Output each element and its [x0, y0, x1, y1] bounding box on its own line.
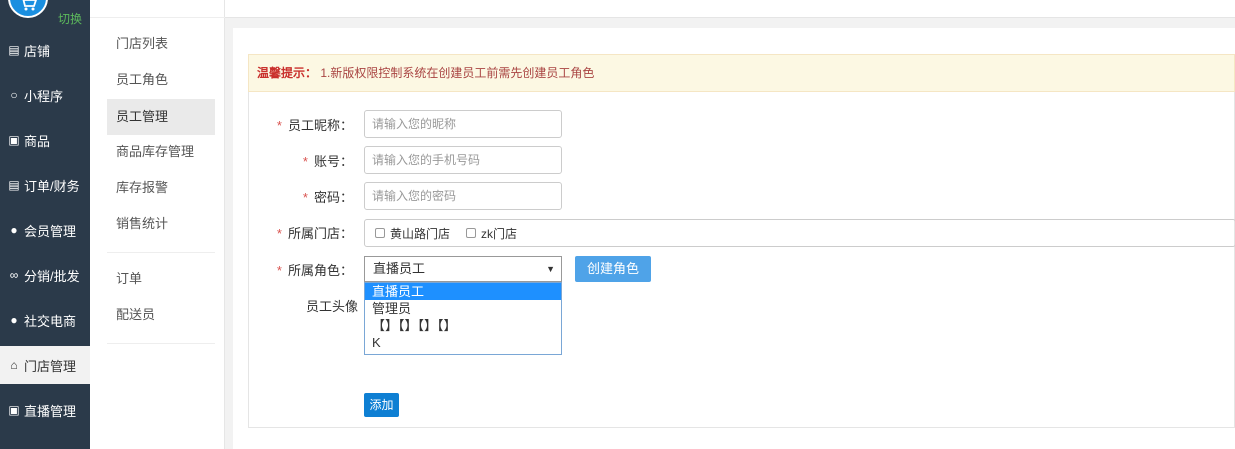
subnav-item-stock-alert[interactable]: 库存报警 [107, 170, 215, 206]
nav-item-social[interactable]: ● 社交电商 [0, 301, 90, 339]
role-label: * 所属角色： [276, 263, 353, 278]
users-icon: ● [10, 223, 18, 237]
nav-item-miniprogram[interactable]: ○ 小程序 [0, 76, 90, 114]
subnav-divider [107, 343, 215, 344]
cart-icon [22, 0, 37, 11]
nav-item-distribution[interactable]: ∞ 分销/批发 [0, 256, 90, 294]
role-option[interactable]: 【】【】【】【】 [365, 317, 561, 334]
shop-logo[interactable] [8, 0, 48, 18]
role-option[interactable]: K [365, 334, 561, 351]
role-option[interactable]: 管理员 [365, 300, 561, 317]
add-button[interactable]: 添加 [364, 393, 399, 417]
nav-item-label: 商品 [24, 133, 51, 149]
main-sidebar: 切换 ▤ 店铺 ○ 小程序 ▣ 商品 ▤ 订单/财务 ● 会员管理 ∞ 分销/批… [0, 0, 90, 449]
account-label: * 账号： [302, 154, 353, 169]
notice-label: 温馨提示： [257, 66, 318, 80]
subnav-divider [107, 252, 215, 253]
nav-item-label: 店铺 [24, 43, 51, 59]
store-label: * 所属门店： [276, 226, 353, 241]
nav-item-store[interactable]: ▤ 店铺 [0, 31, 90, 69]
nickname-label: * 员工昵称： [276, 118, 353, 133]
required-mark: * [302, 190, 308, 205]
bag-icon: ▣ [8, 133, 20, 147]
notice-text: 1.新版权限控制系统在创建员工前需先创建员工角色 [320, 66, 595, 80]
avatar-label: 员工头像 [305, 299, 358, 314]
subnav-item-inventory[interactable]: 商品库存管理 [107, 134, 215, 170]
store-icon: ▤ [8, 43, 20, 57]
dropdown-arrow-icon: ▼ [546, 264, 555, 274]
role-dropdown-list: 直播员工 管理员 【】【】【】【】 K [364, 282, 562, 355]
password-label: * 密码： [302, 190, 353, 205]
notice-banner: 温馨提示： 1.新版权限控制系统在创建员工前需先创建员工角色 [248, 54, 1235, 92]
chat-icon: ● [10, 313, 18, 327]
nav-item-goods[interactable]: ▣ 商品 [0, 121, 90, 159]
nav-item-label: 会员管理 [24, 223, 77, 239]
nav-item-members[interactable]: ● 会员管理 [0, 211, 90, 249]
required-mark: * [276, 226, 282, 241]
nav-item-label: 社交电商 [24, 313, 77, 329]
subnav-item-delivery[interactable]: 配送员 [107, 297, 215, 333]
store-checkbox-zk[interactable]: zk门店 [466, 225, 517, 242]
required-mark: * [302, 154, 308, 169]
nav-item-label: 订单/财务 [24, 178, 80, 194]
nav-item-live[interactable]: ▣ 直播管理 [0, 391, 90, 429]
nav-item-label: 直播管理 [24, 403, 77, 419]
role-select[interactable]: 直播员工 ▼ [364, 256, 562, 282]
account-input[interactable] [364, 146, 562, 174]
nav-item-orders[interactable]: ▤ 订单/财务 [0, 166, 90, 204]
nav-item-label: 门店管理 [24, 358, 77, 374]
store-checkbox-group: 黄山路门店 zk门店 [364, 219, 1235, 247]
subnav-item-staff-management[interactable]: 员工管理 [107, 99, 215, 135]
compass-icon: ○ [10, 88, 18, 102]
switch-link[interactable]: 切换 [58, 10, 82, 27]
subnav-item-sales-stats[interactable]: 销售统计 [107, 206, 215, 242]
role-option[interactable]: 直播员工 [365, 283, 561, 300]
subnav-item-store-list[interactable]: 门店列表 [107, 26, 215, 62]
role-select-value: 直播员工 [373, 261, 426, 276]
create-role-button[interactable]: 创建角色 [575, 256, 651, 282]
shop-icon: ⌂ [10, 358, 18, 372]
subnav-item-orders[interactable]: 订单 [107, 261, 215, 297]
nav-item-label: 分销/批发 [24, 268, 80, 284]
checkbox[interactable] [375, 228, 385, 238]
document-icon: ▤ [8, 178, 20, 192]
bag-icon: ▣ [8, 403, 20, 417]
main-panel: 温馨提示： 1.新版权限控制系统在创建员工前需先创建员工角色 *员工昵称： *账… [233, 28, 1235, 449]
nav-item-store-management[interactable]: ⌂ 门店管理 [0, 346, 90, 384]
required-mark: * [276, 263, 282, 278]
store-checkbox-huangshan[interactable]: 黄山路门店 [375, 225, 450, 242]
subnav-header [90, 0, 225, 18]
nickname-input[interactable] [364, 110, 562, 138]
nav-item-label: 小程序 [24, 88, 64, 104]
sub-sidebar: 门店列表 员工角色 员工管理 商品库存管理 库存报警 销售统计 订单 配送员 [90, 0, 225, 449]
required-mark: * [276, 118, 282, 133]
password-input[interactable] [364, 182, 562, 210]
top-bar [225, 0, 1235, 18]
share-icon: ∞ [9, 268, 19, 282]
subnav-item-staff-roles[interactable]: 员工角色 [107, 62, 215, 98]
checkbox[interactable] [466, 228, 477, 238]
